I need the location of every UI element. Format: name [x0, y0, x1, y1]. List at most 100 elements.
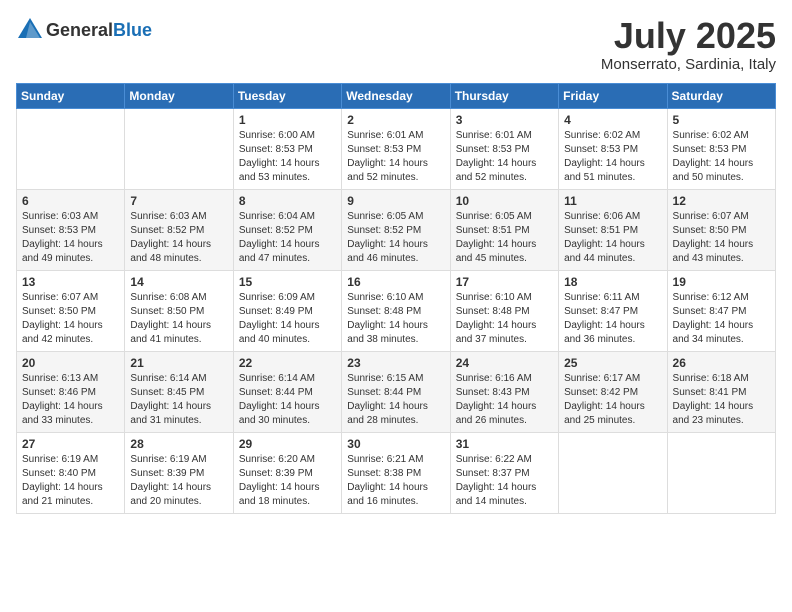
day-number: 9: [347, 194, 444, 208]
day-number: 8: [239, 194, 336, 208]
calendar-cell: 21 Sunrise: 6:14 AM Sunset: 8:45 PM Dayli…: [125, 351, 233, 432]
day-number: 2: [347, 113, 444, 127]
day-number: 4: [564, 113, 661, 127]
day-info: Sunrise: 6:07 AM Sunset: 8:50 PM Dayligh…: [673, 210, 770, 266]
weekday-header-tuesday: Tuesday: [233, 83, 341, 108]
day-info: Sunrise: 6:06 AM Sunset: 8:51 PM Dayligh…: [564, 210, 661, 266]
calendar-cell: 28 Sunrise: 6:19 AM Sunset: 8:39 PM Dayli…: [125, 432, 233, 513]
calendar-cell: 5 Sunrise: 6:02 AM Sunset: 8:53 PM Daylig…: [667, 108, 775, 189]
calendar-cell: 18 Sunrise: 6:11 AM Sunset: 8:47 PM Dayli…: [559, 270, 667, 351]
calendar-cell: 24 Sunrise: 6:16 AM Sunset: 8:43 PM Dayli…: [450, 351, 558, 432]
calendar-cell: 26 Sunrise: 6:18 AM Sunset: 8:41 PM Dayli…: [667, 351, 775, 432]
day-info: Sunrise: 6:15 AM Sunset: 8:44 PM Dayligh…: [347, 372, 444, 428]
calendar-cell: 4 Sunrise: 6:02 AM Sunset: 8:53 PM Daylig…: [559, 108, 667, 189]
day-info: Sunrise: 6:02 AM Sunset: 8:53 PM Dayligh…: [564, 129, 661, 185]
day-number: 18: [564, 275, 661, 289]
day-info: Sunrise: 6:10 AM Sunset: 8:48 PM Dayligh…: [456, 291, 553, 347]
day-number: 7: [130, 194, 227, 208]
day-info: Sunrise: 6:14 AM Sunset: 8:44 PM Dayligh…: [239, 372, 336, 428]
day-info: Sunrise: 6:02 AM Sunset: 8:53 PM Dayligh…: [673, 129, 770, 185]
logo: GeneralBlue: [16, 16, 152, 44]
day-number: 21: [130, 356, 227, 370]
calendar-week-row: 27 Sunrise: 6:19 AM Sunset: 8:40 PM Dayli…: [17, 432, 776, 513]
calendar-cell: 10Sunrise: 6:05 AM Sunset: 8:51 PM Dayli…: [450, 189, 558, 270]
calendar-cell: 25Sunrise: 6:17 AM Sunset: 8:42 PM Dayli…: [559, 351, 667, 432]
weekday-header-thursday: Thursday: [450, 83, 558, 108]
day-number: 23: [347, 356, 444, 370]
calendar-cell: 8 Sunrise: 6:04 AM Sunset: 8:52 PM Daylig…: [233, 189, 341, 270]
day-number: 28: [130, 437, 227, 451]
page-header: GeneralBlue July 2025 Monserrato, Sardin…: [16, 16, 776, 73]
calendar-cell: 20Sunrise: 6:13 AM Sunset: 8:46 PM Dayli…: [17, 351, 125, 432]
day-number: 29: [239, 437, 336, 451]
day-number: 16: [347, 275, 444, 289]
weekday-header-saturday: Saturday: [667, 83, 775, 108]
day-info: Sunrise: 6:05 AM Sunset: 8:52 PM Dayligh…: [347, 210, 444, 266]
weekday-header-wednesday: Wednesday: [342, 83, 450, 108]
day-info: Sunrise: 6:01 AM Sunset: 8:53 PM Dayligh…: [347, 129, 444, 185]
calendar-cell: 29 Sunrise: 6:20 AM Sunset: 8:39 PM Dayli…: [233, 432, 341, 513]
day-info: Sunrise: 6:19 AM Sunset: 8:40 PM Dayligh…: [22, 453, 119, 509]
day-number: 3: [456, 113, 553, 127]
day-info: Sunrise: 6:20 AM Sunset: 8:39 PM Dayligh…: [239, 453, 336, 509]
day-info: Sunrise: 6:03 AM Sunset: 8:52 PM Dayligh…: [130, 210, 227, 266]
calendar-cell: 30Sunrise: 6:21 AM Sunset: 8:38 PM Dayli…: [342, 432, 450, 513]
day-number: 24: [456, 356, 553, 370]
day-number: 1: [239, 113, 336, 127]
day-info: Sunrise: 6:01 AM Sunset: 8:53 PM Dayligh…: [456, 129, 553, 185]
calendar-cell: 27 Sunrise: 6:19 AM Sunset: 8:40 PM Dayli…: [17, 432, 125, 513]
day-number: 31: [456, 437, 553, 451]
calendar-cell: [17, 108, 125, 189]
calendar-cell: 7 Sunrise: 6:03 AM Sunset: 8:52 PM Daylig…: [125, 189, 233, 270]
calendar-cell: 16Sunrise: 6:10 AM Sunset: 8:48 PM Dayli…: [342, 270, 450, 351]
day-number: 6: [22, 194, 119, 208]
day-info: Sunrise: 6:19 AM Sunset: 8:39 PM Dayligh…: [130, 453, 227, 509]
month-title: July 2025: [601, 16, 776, 56]
day-number: 22: [239, 356, 336, 370]
day-info: Sunrise: 6:04 AM Sunset: 8:52 PM Dayligh…: [239, 210, 336, 266]
day-number: 13: [22, 275, 119, 289]
day-info: Sunrise: 6:16 AM Sunset: 8:43 PM Dayligh…: [456, 372, 553, 428]
day-info: Sunrise: 6:03 AM Sunset: 8:53 PM Dayligh…: [22, 210, 119, 266]
calendar-cell: [667, 432, 775, 513]
calendar-cell: 1 Sunrise: 6:00 AM Sunset: 8:53 PM Daylig…: [233, 108, 341, 189]
calendar-cell: 13 Sunrise: 6:07 AM Sunset: 8:50 PM Dayli…: [17, 270, 125, 351]
logo-icon: [16, 16, 44, 44]
day-number: 30: [347, 437, 444, 451]
day-number: 12: [673, 194, 770, 208]
logo-text-blue: Blue: [113, 20, 152, 40]
day-info: Sunrise: 6:00 AM Sunset: 8:53 PM Dayligh…: [239, 129, 336, 185]
calendar-cell: 14Sunrise: 6:08 AM Sunset: 8:50 PM Dayli…: [125, 270, 233, 351]
calendar-cell: 31Sunrise: 6:22 AM Sunset: 8:37 PM Dayli…: [450, 432, 558, 513]
calendar-table: SundayMondayTuesdayWednesdayThursdayFrid…: [16, 83, 776, 514]
day-number: 5: [673, 113, 770, 127]
day-info: Sunrise: 6:12 AM Sunset: 8:47 PM Dayligh…: [673, 291, 770, 347]
calendar-week-row: 20Sunrise: 6:13 AM Sunset: 8:46 PM Dayli…: [17, 351, 776, 432]
calendar-week-row: 6 Sunrise: 6:03 AM Sunset: 8:53 PM Daylig…: [17, 189, 776, 270]
calendar-cell: 9 Sunrise: 6:05 AM Sunset: 8:52 PM Daylig…: [342, 189, 450, 270]
day-info: Sunrise: 6:11 AM Sunset: 8:47 PM Dayligh…: [564, 291, 661, 347]
day-info: Sunrise: 6:17 AM Sunset: 8:42 PM Dayligh…: [564, 372, 661, 428]
day-info: Sunrise: 6:07 AM Sunset: 8:50 PM Dayligh…: [22, 291, 119, 347]
day-info: Sunrise: 6:05 AM Sunset: 8:51 PM Dayligh…: [456, 210, 553, 266]
day-number: 11: [564, 194, 661, 208]
logo-text-general: General: [46, 20, 113, 40]
calendar-cell: [125, 108, 233, 189]
weekday-header-sunday: Sunday: [17, 83, 125, 108]
calendar-cell: 15Sunrise: 6:09 AM Sunset: 8:49 PM Dayli…: [233, 270, 341, 351]
calendar-cell: 11 Sunrise: 6:06 AM Sunset: 8:51 PM Dayli…: [559, 189, 667, 270]
calendar-cell: [559, 432, 667, 513]
calendar-cell: 19Sunrise: 6:12 AM Sunset: 8:47 PM Dayli…: [667, 270, 775, 351]
day-number: 26: [673, 356, 770, 370]
calendar-cell: 17 Sunrise: 6:10 AM Sunset: 8:48 PM Dayli…: [450, 270, 558, 351]
day-number: 27: [22, 437, 119, 451]
day-info: Sunrise: 6:08 AM Sunset: 8:50 PM Dayligh…: [130, 291, 227, 347]
day-number: 17: [456, 275, 553, 289]
calendar-cell: 6 Sunrise: 6:03 AM Sunset: 8:53 PM Daylig…: [17, 189, 125, 270]
calendar-cell: 12 Sunrise: 6:07 AM Sunset: 8:50 PM Dayli…: [667, 189, 775, 270]
calendar-week-row: 1 Sunrise: 6:00 AM Sunset: 8:53 PM Daylig…: [17, 108, 776, 189]
day-number: 20: [22, 356, 119, 370]
day-info: Sunrise: 6:18 AM Sunset: 8:41 PM Dayligh…: [673, 372, 770, 428]
day-info: Sunrise: 6:14 AM Sunset: 8:45 PM Dayligh…: [130, 372, 227, 428]
day-number: 15: [239, 275, 336, 289]
